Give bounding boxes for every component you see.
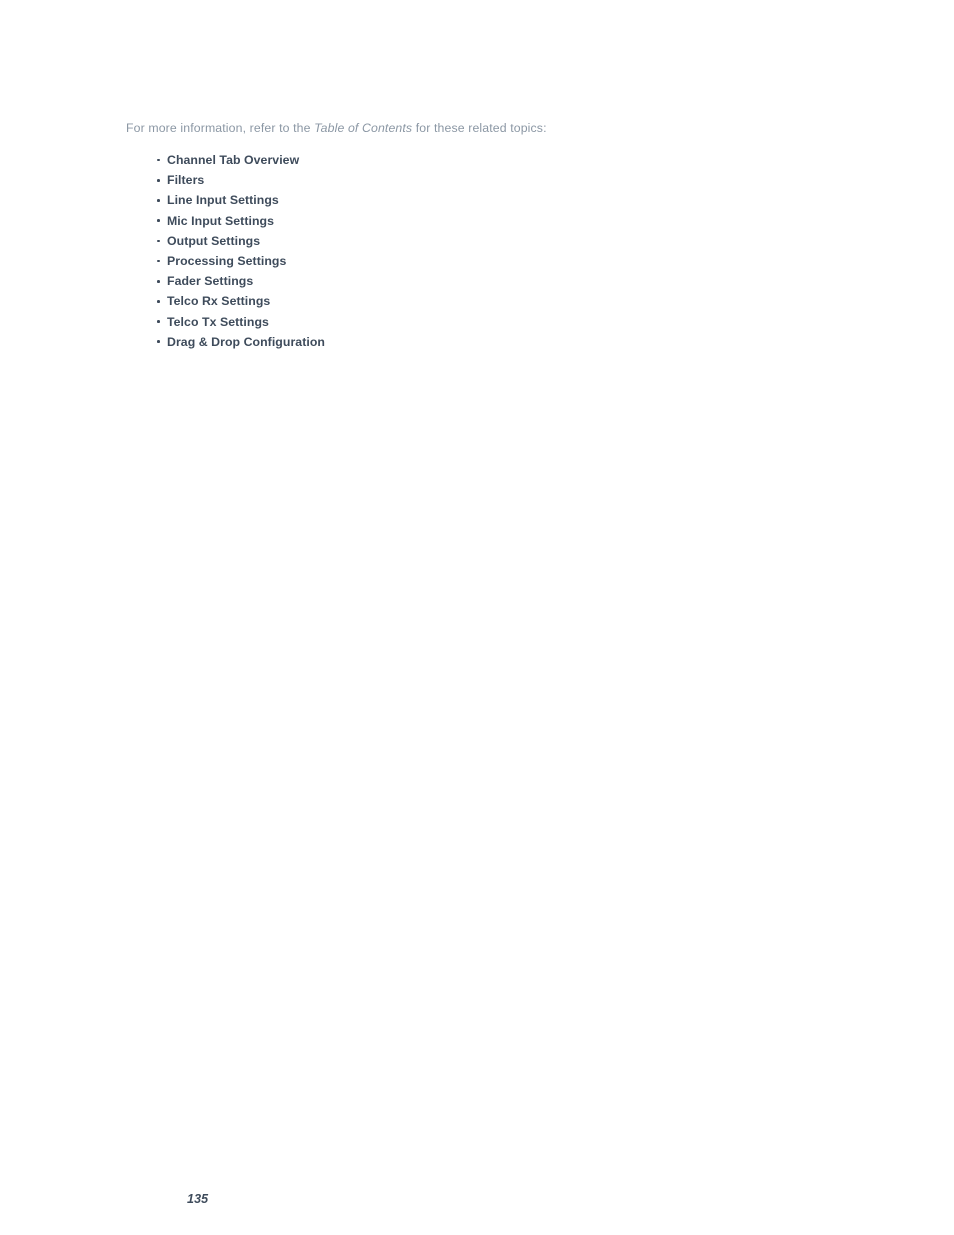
topic-link-label: Fader Settings [167,274,254,289]
list-item[interactable]: Channel Tab Overview [157,150,325,170]
topic-link-label: Channel Tab Overview [167,153,300,167]
topic-link-label: Output Settings [167,233,261,248]
bullet-icon [157,199,160,202]
list-item[interactable]: Drag & Drop Configuration [157,332,325,352]
bullet-icon [157,320,160,323]
list-item[interactable]: Line Input Settings [157,190,325,210]
bullet-icon [157,158,160,162]
topic-link-label: Processing Settings [167,253,287,268]
list-item[interactable]: Telco Rx Settings [157,291,325,311]
bullet-icon [157,178,160,182]
list-item[interactable]: Mic Input Settings [157,211,325,231]
intro-text-before: For more information, refer to the [126,121,315,136]
table-of-contents-reference: Table of Contents [314,121,413,136]
list-item[interactable]: Output Settings [157,231,325,251]
bullet-icon [157,259,160,263]
page-number: 135 [187,1192,209,1206]
intro-text-after: for these related topics: [412,121,547,136]
intro-paragraph: For more information, refer to the Table… [126,120,826,137]
topic-link-label: Mic Input Settings [167,213,274,228]
list-item[interactable]: Fader Settings [157,271,325,291]
topic-link-label: Line Input Settings [167,193,279,208]
topic-link-label: Telco Tx Settings [167,314,269,329]
bullet-icon [157,340,160,344]
bullet-icon [157,239,160,243]
document-page: For more information, refer to the Table… [0,0,954,1235]
list-item[interactable]: Telco Tx Settings [157,312,325,332]
related-topics-list: Channel Tab Overview Filters Line Input … [157,150,325,352]
list-item[interactable]: Processing Settings [157,251,325,271]
bullet-icon [157,300,160,303]
topic-link-label: Drag & Drop Configuration [167,334,325,349]
topic-link-label: Telco Rx Settings [167,294,271,309]
list-item[interactable]: Filters [157,170,325,190]
topic-link-label: Filters [167,173,205,188]
bullet-icon [157,219,160,222]
bullet-icon [157,279,160,283]
